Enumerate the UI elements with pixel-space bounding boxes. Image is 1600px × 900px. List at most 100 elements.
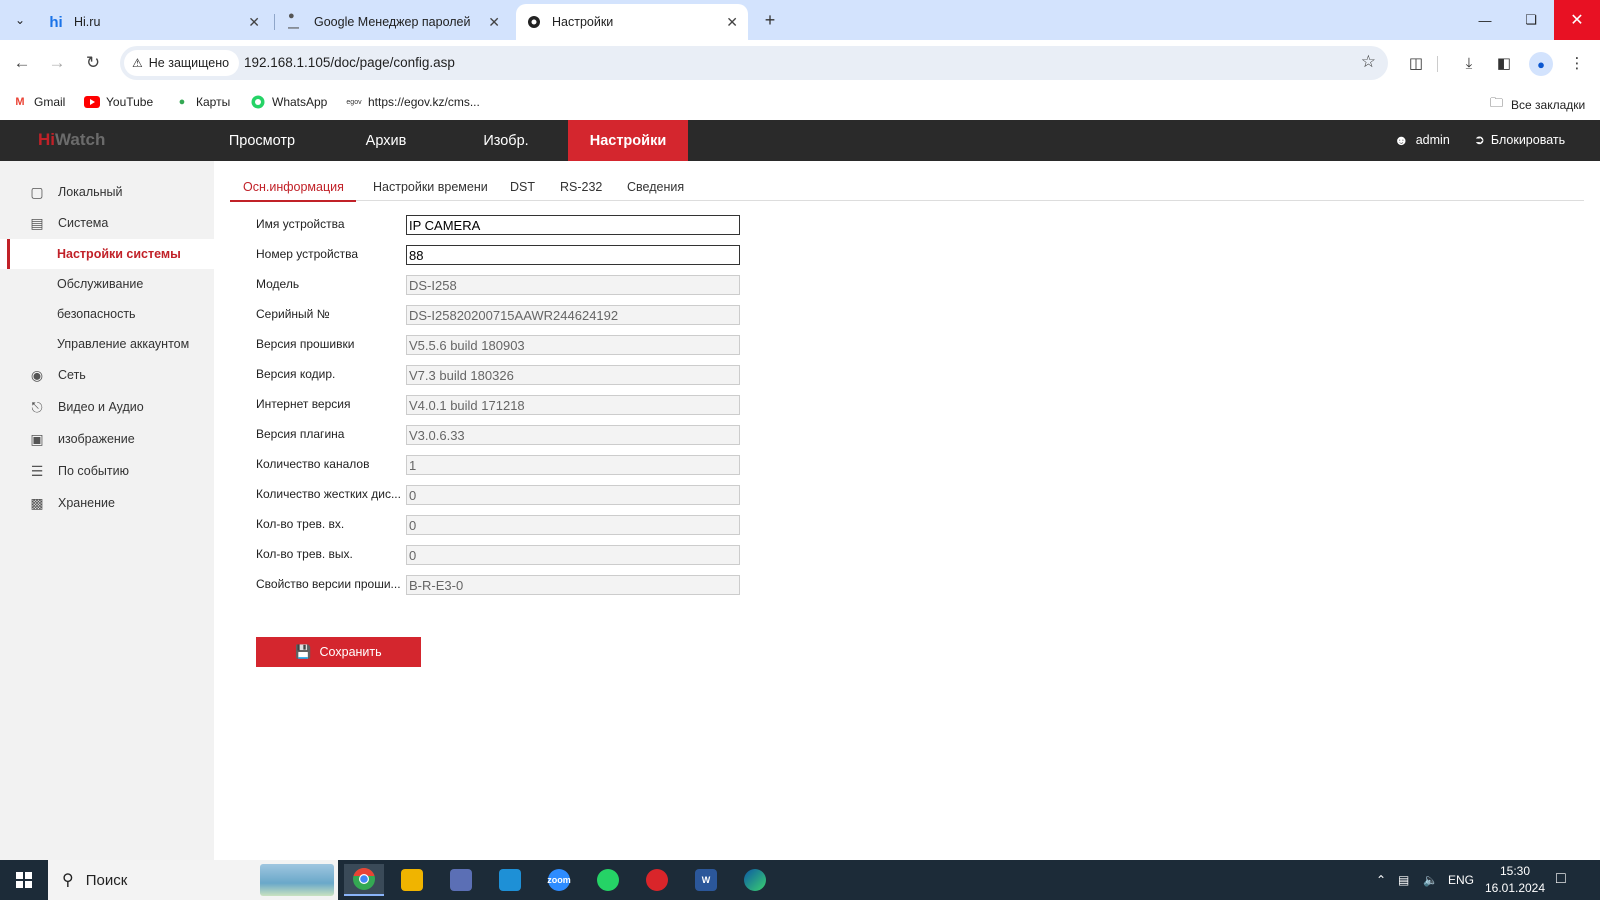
sidebar-item-network[interactable]: ◉ Сеть — [0, 360, 214, 390]
new-tab-plus-icon[interactable]: + — [758, 8, 782, 32]
bookmark-label: Карты — [196, 95, 231, 109]
window-close-icon[interactable]: ✕ — [1554, 0, 1600, 40]
gmail-icon: M — [15, 96, 25, 108]
reload-icon[interactable]: ↻ — [80, 50, 106, 76]
tab-title: Настройки — [552, 15, 614, 29]
sidebar-item-storage[interactable]: ▩ Хранение — [0, 488, 214, 518]
device-number-input[interactable] — [406, 245, 740, 265]
notification-icon[interactable]: □ — [1556, 870, 1566, 888]
field-label: Интернет версия — [256, 397, 351, 411]
tray-volume-icon[interactable]: 🔈 — [1423, 860, 1438, 900]
tray-language[interactable]: ENG — [1448, 860, 1474, 900]
taskbar-save-app-icon[interactable] — [441, 864, 481, 896]
bookmark-egov[interactable]: egov https://egov.kz/cms... — [346, 94, 479, 110]
browser-tab-hi-ru[interactable]: hi Hi.ru ✕ — [38, 4, 270, 40]
url-text[interactable]: 192.168.1.105/doc/page/config.asp — [244, 55, 455, 70]
sidebar-item-system-settings[interactable]: Настройки системы — [0, 239, 214, 269]
key-favicon-icon: ●— — [288, 10, 299, 34]
screen: ⌄ hi Hi.ru ✕ ●— Google Менеджер паролей … — [0, 0, 1600, 900]
sidebar-item-event[interactable]: ☰ По событию — [0, 456, 214, 486]
field-plugin-version: Версия плагина — [256, 425, 740, 445]
extensions-puzzle-icon[interactable]: ◫ — [1405, 52, 1427, 74]
lock-label: Блокировать — [1490, 133, 1566, 147]
minimize-icon[interactable]: — — [1462, 0, 1508, 40]
clock-time: 15:30 — [1499, 864, 1531, 878]
lock-button[interactable]: ➲ Блокировать — [1474, 132, 1565, 148]
windows-start-icon[interactable] — [0, 860, 48, 900]
sidebar-item-security[interactable]: безопасность — [0, 299, 214, 329]
close-tab-icon[interactable]: ✕ — [488, 14, 500, 31]
tab-dst[interactable]: DST — [510, 173, 535, 201]
bookmark-whatsapp[interactable]: WhatsApp — [250, 94, 327, 110]
field-device-name: Имя устройства — [256, 215, 740, 235]
tab-rs232[interactable]: RS-232 — [560, 173, 602, 201]
user-menu[interactable]: ☻ admin — [1394, 132, 1450, 148]
nav-archive[interactable]: Архив — [334, 120, 438, 161]
all-bookmarks-label: Все закладки — [1511, 98, 1586, 112]
restore-icon[interactable]: ❏ — [1508, 0, 1554, 40]
tab-basic-info[interactable]: Осн.информация — [230, 173, 356, 202]
windows-taskbar: ⚲ Поиск zoom W ⌃ ▤ 🔈 ENG 15:30 16.01.202… — [0, 860, 1600, 900]
alarm-out-value — [406, 545, 740, 565]
side-panel-icon[interactable]: ◧ — [1493, 52, 1515, 74]
taskbar-whatsapp-icon[interactable] — [588, 864, 628, 896]
browser-tab-settings[interactable]: Настройки ✕ — [516, 4, 748, 40]
tab-search-chevron-icon[interactable]: ⌄ — [8, 8, 32, 32]
bookmark-youtube[interactable]: YouTube — [84, 94, 153, 110]
sidebar-item-video-audio[interactable]: ⎋ Видео и Аудио — [0, 392, 214, 422]
taskbar-remote-icon[interactable] — [490, 864, 530, 896]
sidebar-item-account-management[interactable]: Управление аккаунтом — [0, 329, 214, 359]
profile-avatar-icon[interactable]: ● — [1529, 52, 1553, 76]
tab-details[interactable]: Сведения — [627, 173, 684, 201]
close-tab-icon[interactable]: ✕ — [248, 14, 260, 31]
field-label: Номер устройства — [256, 247, 359, 261]
taskbar-word-icon[interactable]: W — [686, 864, 726, 896]
address-bar[interactable]: ⚠ Не защищено 192.168.1.105/doc/page/con… — [120, 46, 1388, 80]
logout-icon: ➲ — [1474, 132, 1485, 147]
field-label: Имя устройства — [256, 217, 345, 231]
nav-preview[interactable]: Просмотр — [210, 120, 314, 161]
browser-toolbar: ← → ↻ ⚠ Не защищено 192.168.1.105/doc/pa… — [0, 40, 1600, 86]
folder-icon: 🗀 — [1490, 95, 1504, 110]
all-bookmarks-button[interactable]: 🗀 Все закладки — [1490, 94, 1585, 116]
kebab-menu-icon[interactable]: ⋮ — [1566, 52, 1588, 74]
back-arrow-icon[interactable]: ← — [9, 50, 35, 76]
tray-clock[interactable]: 15:30 16.01.2024 — [1480, 863, 1550, 897]
taskbar-edge-icon[interactable] — [735, 864, 775, 896]
bookmark-star-icon[interactable]: ☆ — [1361, 52, 1376, 72]
taskbar-explorer-icon[interactable] — [392, 864, 432, 896]
taskbar-red-app-icon[interactable] — [637, 864, 677, 896]
taskbar-zoom-icon[interactable]: zoom — [539, 864, 579, 896]
sidebar-item-image[interactable]: ▣ изображение — [0, 424, 214, 454]
event-icon: ☰ — [30, 462, 44, 479]
taskbar-search[interactable]: ⚲ Поиск — [48, 860, 338, 900]
bookmark-label: Gmail — [34, 95, 66, 109]
nav-settings[interactable]: Настройки — [568, 120, 688, 161]
sidebar-item-label: Настройки системы — [57, 247, 181, 261]
field-model: Модель — [256, 275, 740, 295]
tray-chevron-icon[interactable]: ⌃ — [1376, 860, 1386, 900]
device-name-input[interactable] — [406, 215, 740, 235]
system-icon: ▤ — [30, 214, 44, 231]
security-chip[interactable]: ⚠ Не защищено — [124, 50, 240, 76]
bookmark-gmail[interactable]: M Gmail — [12, 94, 65, 110]
field-firmware-property: Свойство версии проши... — [256, 575, 740, 595]
sidebar-item-system[interactable]: ▤ Система — [0, 208, 214, 238]
download-icon[interactable]: ⤓ — [1458, 52, 1480, 74]
tab-time-settings[interactable]: Настройки времени — [373, 173, 488, 201]
sidebar-item-local[interactable]: ▢ Локальный — [0, 177, 214, 207]
taskbar-chrome-icon[interactable] — [344, 864, 384, 896]
sidebar-item-maintenance[interactable]: Обслуживание — [0, 269, 214, 299]
tray-network-icon[interactable]: ▤ — [1398, 860, 1409, 900]
sidebar-item-label: Локальный — [58, 185, 123, 199]
field-firmware: Версия прошивки — [256, 335, 740, 355]
forward-arrow-icon[interactable]: → — [44, 50, 70, 76]
save-button[interactable]: 💾 Сохранить — [256, 637, 421, 667]
content-tabs: Осн.информация Настройки времени DST RS-… — [230, 173, 1584, 202]
nav-image[interactable]: Изобр. — [454, 120, 558, 161]
field-device-number: Номер устройства — [256, 245, 740, 265]
bookmark-maps[interactable]: ● Карты — [174, 94, 231, 110]
close-tab-icon[interactable]: ✕ — [726, 14, 738, 31]
save-label: Сохранить — [319, 645, 382, 659]
browser-tab-password-manager[interactable]: ●— Google Менеджер паролей ✕ — [274, 4, 510, 40]
